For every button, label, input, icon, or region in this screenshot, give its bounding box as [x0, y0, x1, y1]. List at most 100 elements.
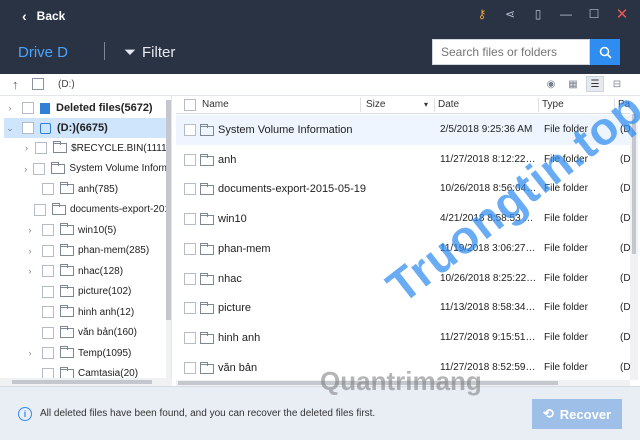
recover-button[interactable]: ⟲ Recover	[532, 399, 622, 429]
list-view-icon[interactable]: ☰	[586, 76, 604, 92]
chevron-right-icon[interactable]: ›	[24, 164, 27, 174]
tree-checkbox[interactable]	[42, 224, 54, 236]
row-checkbox[interactable]	[184, 331, 196, 344]
folder-icon	[60, 284, 74, 297]
file-path: (D:	[620, 302, 630, 314]
file-path: (D:	[620, 183, 630, 195]
row-checkbox[interactable]	[184, 213, 196, 226]
column-type[interactable]: Type	[542, 99, 564, 110]
folder-icon	[51, 161, 66, 174]
close-icon[interactable]: ✕	[614, 6, 630, 23]
tree-checkbox[interactable]	[22, 102, 34, 114]
tree-scrollbar[interactable]	[166, 100, 171, 386]
table-row[interactable]: hinh anh 11/27/2018 9:15:51… File folder (D…	[176, 323, 630, 353]
chevron-down-icon[interactable]: ⌄	[4, 123, 16, 134]
folder-icon	[200, 213, 214, 226]
table-row[interactable]: win104/21/2018 8:58:53 …File folder(D:	[176, 204, 630, 234]
grid-view-icon[interactable]: ▦	[564, 76, 582, 92]
file-name: System Volume Information	[218, 124, 353, 136]
tree-checkbox[interactable]	[42, 306, 54, 318]
tree-checkbox[interactable]	[42, 285, 54, 298]
file-name: win10	[218, 213, 247, 226]
column-header: Name Size ▾ Date Type Path	[176, 96, 630, 114]
tree-item-label: Deleted files(5672)	[56, 102, 153, 114]
chevron-right-icon[interactable]: ›	[24, 225, 36, 235]
tree-item[interactable]: văn bản(160)	[24, 323, 170, 343]
tree-checkbox[interactable]	[42, 183, 54, 195]
row-checkbox[interactable]	[184, 124, 196, 136]
file-path: (D:	[620, 242, 630, 254]
row-checkbox[interactable]	[184, 361, 196, 374]
share-icon[interactable]: ⋖	[502, 6, 518, 22]
folder-icon	[200, 124, 214, 136]
tree-checkbox[interactable]	[33, 162, 46, 175]
tree-item[interactable]: picture(102)	[24, 282, 170, 302]
status-message: All deleted files have been found, and y…	[40, 408, 376, 419]
list-scrollbar[interactable]	[630, 114, 638, 380]
row-checkbox[interactable]	[184, 242, 196, 255]
back-button[interactable]: ‹ Back	[22, 8, 65, 24]
chevron-right-icon[interactable]: ›	[24, 143, 29, 153]
tree-checkbox[interactable]	[22, 122, 34, 134]
sort-icon[interactable]: ▾	[424, 100, 428, 109]
tree-item[interactable]: › nhac(128)	[24, 261, 170, 281]
trash-icon	[40, 102, 50, 114]
column-size[interactable]: Size	[366, 99, 385, 110]
chevron-right-icon[interactable]: ›	[24, 266, 36, 276]
restore-icon[interactable]: —	[558, 6, 574, 22]
watermark-secondary: Quantrimang	[320, 366, 482, 396]
preview-view-icon[interactable]: ◉	[542, 76, 560, 92]
minimize-tray-icon[interactable]: ▯	[530, 6, 546, 22]
drive-icon	[40, 122, 51, 134]
current-path: (D:)	[58, 79, 75, 90]
tree-checkbox[interactable]	[42, 326, 54, 339]
file-path: (D:	[620, 153, 630, 165]
chevron-right-icon[interactable]: ›	[24, 348, 36, 358]
column-date[interactable]: Date	[438, 99, 459, 110]
file-path: (D:	[620, 331, 630, 343]
info-icon: i	[18, 407, 32, 421]
row-checkbox[interactable]	[184, 153, 196, 166]
tree-checkbox[interactable]	[42, 265, 54, 277]
tree-item[interactable]: › System Volume Inform	[24, 159, 170, 179]
tree-item[interactable]: › Temp(1095)	[24, 343, 170, 363]
tree-item[interactable]: › $RECYCLE.BIN(1111)	[24, 138, 170, 158]
select-all-checkbox[interactable]	[184, 99, 196, 111]
arrow-up-icon[interactable]: ↑	[12, 77, 19, 92]
file-type: File folder	[544, 272, 588, 284]
row-checkbox[interactable]	[184, 302, 196, 315]
row-checkbox[interactable]	[184, 272, 196, 285]
file-type: File folder	[544, 331, 588, 343]
filter-button[interactable]: ⏷ Filter	[124, 44, 175, 61]
search-button[interactable]	[590, 39, 620, 65]
title-bar: ‹ Back ⚷ ⋖ ▯ — ☐ ✕	[0, 0, 640, 30]
folder-icon	[60, 182, 74, 194]
key-icon[interactable]: ⚷	[474, 6, 490, 22]
folder-icon	[53, 141, 68, 153]
tree-checkbox[interactable]	[42, 244, 54, 257]
tree-horizontal-scrollbar[interactable]	[0, 378, 172, 386]
folder-icon	[60, 243, 74, 256]
search-input[interactable]	[432, 39, 590, 65]
row-checkbox[interactable]	[184, 183, 196, 196]
maximize-icon[interactable]: ☐	[586, 6, 602, 22]
recover-label: Recover	[559, 406, 612, 422]
column-name[interactable]: Name	[202, 99, 229, 110]
chevron-right-icon[interactable]: ›	[4, 103, 16, 113]
tree-item-label: anh(785)	[78, 183, 119, 195]
tree-checkbox[interactable]	[42, 347, 54, 359]
tree-item[interactable]: › phan-mem(285)	[24, 241, 170, 261]
tree-item[interactable]: anh(785)	[24, 179, 170, 199]
path-bar: ↑ (D:) ◉ ▦ ☰ ⊟	[0, 74, 640, 96]
folder-icon	[51, 202, 66, 215]
file-type: File folder	[544, 361, 588, 373]
tree-checkbox[interactable]	[33, 203, 46, 216]
tree-item[interactable]: hinh anh(12)	[24, 302, 170, 322]
tree-item-label: nhac(128)	[78, 265, 124, 277]
tree-item[interactable]: › win10(5)	[24, 220, 170, 240]
tree-item[interactable]: documents-export-201	[24, 200, 170, 220]
tree-item-deleted-files[interactable]: › Deleted files(5672)	[4, 98, 170, 118]
chevron-right-icon[interactable]: ›	[24, 246, 36, 256]
tree-checkbox[interactable]	[35, 142, 48, 154]
tree-item-drive-d[interactable]: ⌄ (D:)(6675)	[4, 118, 170, 138]
